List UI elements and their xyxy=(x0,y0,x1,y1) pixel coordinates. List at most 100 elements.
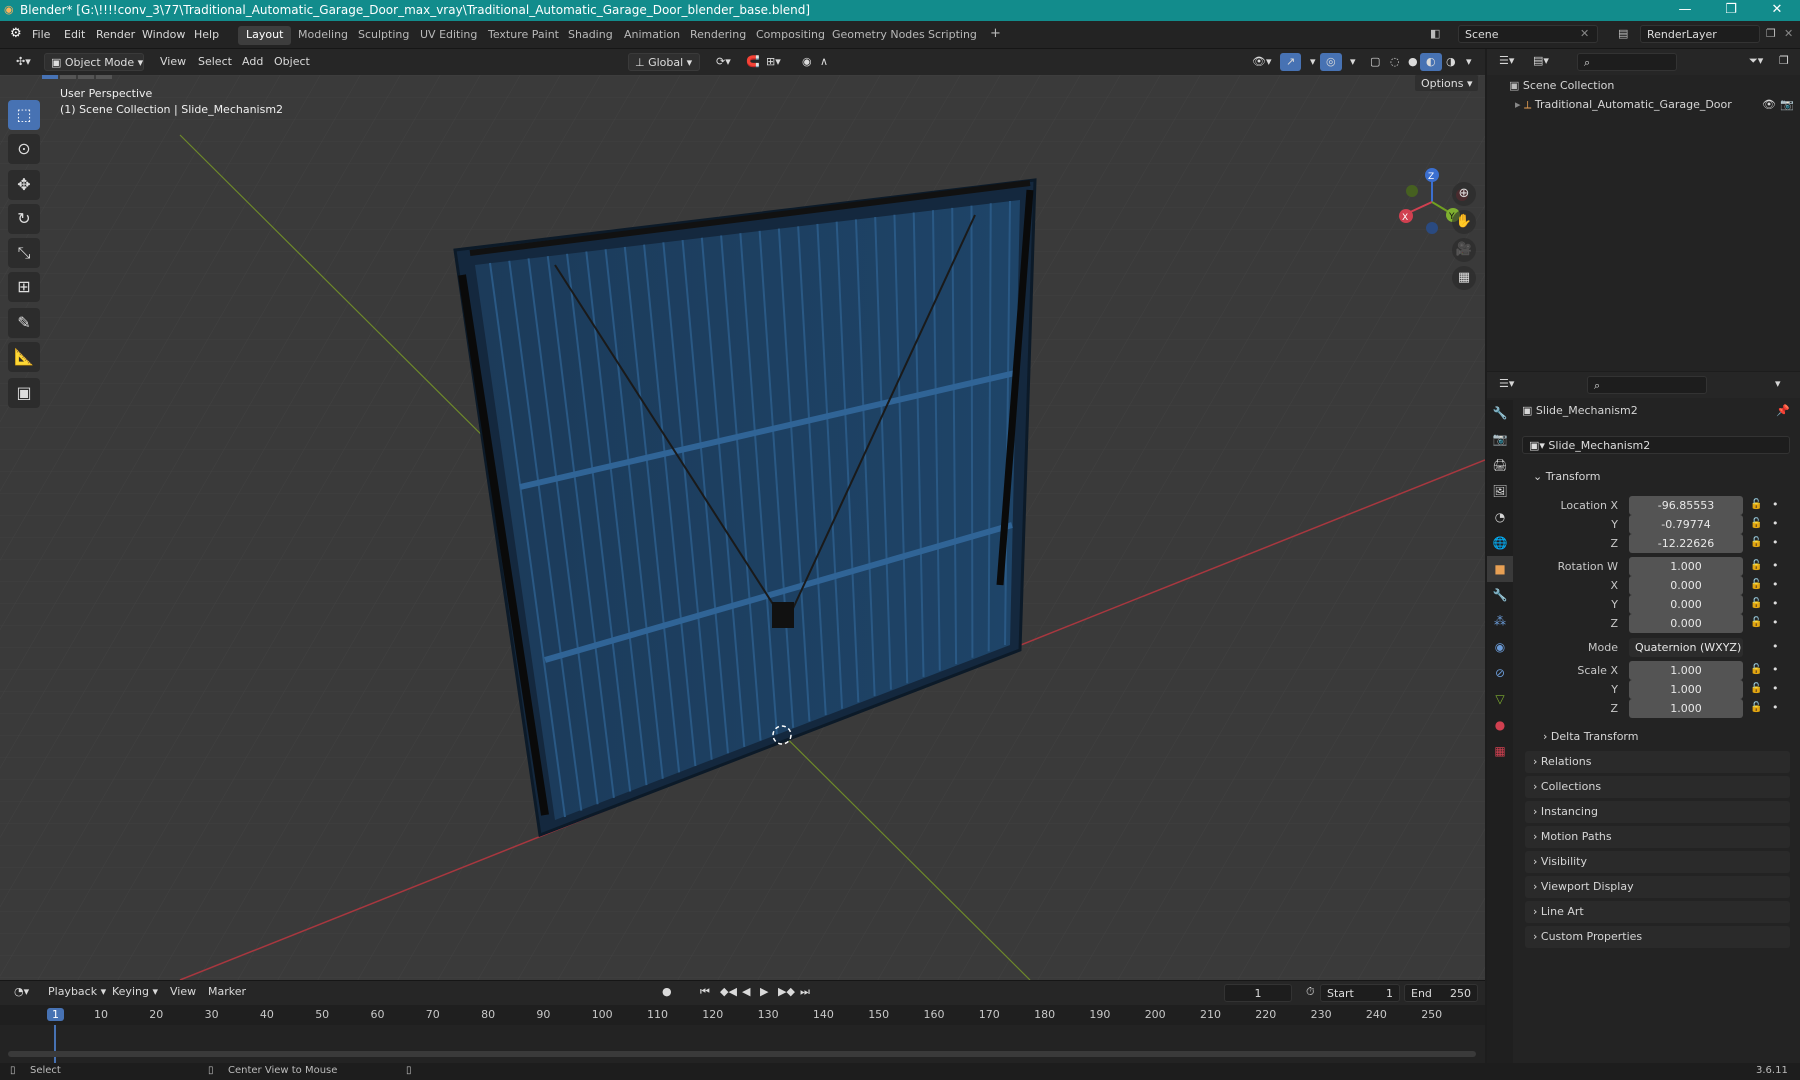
line-art-section[interactable]: › Line Art xyxy=(1525,901,1790,923)
snap-target-icon[interactable]: ⊞▾ xyxy=(760,53,787,71)
add-workspace-icon[interactable]: + xyxy=(982,24,1009,43)
transform-section-header[interactable]: ⌄ Transform xyxy=(1525,466,1790,488)
viewport-canvas[interactable]: Z X Y xyxy=(0,75,1485,980)
timeline-scrollbar[interactable] xyxy=(8,1051,1476,1057)
viewport-display-section[interactable]: › Viewport Display xyxy=(1525,876,1790,898)
pan-hand-icon[interactable]: ✋ xyxy=(1452,210,1476,234)
add-cube-tool-icon[interactable]: ▣ xyxy=(8,378,40,408)
lock-icon[interactable]: 🔓 xyxy=(1750,579,1762,590)
jump-start-icon[interactable]: ⏮ xyxy=(694,983,716,1001)
keyframe-dot-icon[interactable]: • xyxy=(1772,578,1779,591)
rendered-shading-icon[interactable]: ◑ xyxy=(1440,53,1462,71)
menu-render[interactable]: Render xyxy=(96,28,135,41)
lock-icon[interactable]: 🔓 xyxy=(1750,598,1762,609)
viewport-menu-add[interactable]: Add xyxy=(236,53,269,71)
display-mode-icon[interactable]: ▤▾ xyxy=(1533,54,1549,67)
viewport-menu-select[interactable]: Select xyxy=(192,53,238,71)
keyframe-dot-icon[interactable]: • xyxy=(1772,536,1779,549)
outliner-editor-icon[interactable]: ☰▾ xyxy=(1499,54,1514,67)
menu-edit[interactable]: Edit xyxy=(64,28,85,41)
select-box-icon[interactable]: ⬚ xyxy=(8,100,40,130)
tab-animation[interactable]: Animation xyxy=(616,26,688,45)
texture-tab-icon[interactable]: ▦ xyxy=(1487,738,1513,764)
keyframe-dot-icon[interactable]: • xyxy=(1772,559,1779,572)
playhead-line[interactable] xyxy=(54,1025,56,1063)
world-tab-icon[interactable]: 🌐 xyxy=(1487,530,1513,556)
keyframe-dot-icon[interactable]: • xyxy=(1772,616,1779,629)
lock-icon[interactable]: 🔓 xyxy=(1750,664,1762,675)
shading-dropdown-icon[interactable]: ▾ xyxy=(1460,53,1478,71)
timeline-menu-marker[interactable]: Marker xyxy=(202,983,252,1001)
outliner-scene-collection[interactable]: ▣ Scene Collection xyxy=(1509,79,1614,92)
tab-compositing[interactable]: Compositing xyxy=(748,26,833,45)
physics-tab-icon[interactable]: ◉ xyxy=(1487,634,1513,660)
object-name-field[interactable]: ▣▾ Slide_Mechanism2 xyxy=(1522,436,1790,454)
new-collection-icon[interactable]: ❐ xyxy=(1779,54,1789,67)
mode-dropdown[interactable]: ▣ Object Mode ▾ xyxy=(44,53,144,71)
outliner-item[interactable]: ▸ ⟂ Traditional_Automatic_Garage_Door xyxy=(1515,98,1732,112)
tool-tab-icon[interactable]: 🔧 xyxy=(1487,400,1513,426)
rotation-mode-dropdown[interactable]: Quaternion (WXYZ) ⌄ xyxy=(1629,638,1743,673)
properties-editor-icon[interactable]: ☰▾ xyxy=(1499,377,1514,390)
rotation-z-field[interactable]: 0.000 xyxy=(1629,614,1743,633)
3d-viewport[interactable]: Z X Y User Perspective (1) Scene Collect… xyxy=(0,75,1485,980)
camera-view-icon[interactable]: 🎥 xyxy=(1452,238,1476,262)
render-layer-icon[interactable]: ▤ xyxy=(1618,27,1628,40)
timeline-menu-playback[interactable]: Playback ▾ xyxy=(42,983,112,1001)
rotation-y-field[interactable]: 0.000 xyxy=(1629,595,1743,614)
end-frame-field[interactable]: End 250 xyxy=(1404,984,1478,1002)
expand-arrow-icon[interactable]: ▸ xyxy=(1515,98,1521,111)
jump-end-icon[interactable]: ⏭ xyxy=(794,983,816,1001)
tab-modeling[interactable]: Modeling xyxy=(290,26,356,45)
pivot-icon[interactable]: ⟳▾ xyxy=(710,53,737,71)
render-layer-copy-icon[interactable]: ❐ xyxy=(1766,27,1776,40)
render-tab-icon[interactable]: 📷 xyxy=(1487,426,1513,452)
keyframe-dot-icon[interactable]: • xyxy=(1772,663,1779,676)
material-tab-icon[interactable]: ● xyxy=(1487,712,1513,738)
visibility-icon[interactable]: 👁▾ xyxy=(1246,53,1278,71)
data-tab-icon[interactable]: ▽ xyxy=(1487,686,1513,712)
rotate-tool-icon[interactable]: ↻ xyxy=(8,204,40,234)
render-layer-close-icon[interactable]: ✕ xyxy=(1784,27,1793,40)
keyframe-dot-icon[interactable]: • xyxy=(1772,517,1779,530)
overlay-toggle-icon[interactable]: ◎ xyxy=(1320,53,1342,71)
rotation-w-field[interactable]: 1.000 xyxy=(1629,557,1743,576)
viewport-menu-object[interactable]: Object xyxy=(268,53,316,71)
select-mode-buttons[interactable] xyxy=(42,75,130,83)
visibility-section[interactable]: › Visibility xyxy=(1525,851,1790,873)
scene-icon[interactable]: ◧ xyxy=(1430,27,1440,40)
lock-icon[interactable]: 🔓 xyxy=(1750,537,1762,548)
keyframe-dot-icon[interactable]: • xyxy=(1772,597,1779,610)
preview-range-icon[interactable]: ⏱ xyxy=(1300,983,1321,1001)
viewport-menu-view[interactable]: View xyxy=(154,53,192,71)
tab-geometry-nodes[interactable]: Geometry Nodes xyxy=(824,26,933,45)
particles-tab-icon[interactable]: ⁂ xyxy=(1487,608,1513,634)
tab-shading[interactable]: Shading xyxy=(560,26,621,45)
keyframe-dot-icon[interactable]: • xyxy=(1772,640,1779,653)
constraints-tab-icon[interactable]: ⊘ xyxy=(1487,660,1513,686)
timeline-menu-keying[interactable]: Keying ▾ xyxy=(106,983,164,1001)
tab-layout[interactable]: Layout xyxy=(238,26,292,45)
editor-type-icon[interactable]: ✣▾ xyxy=(10,53,37,71)
timeline-ruler[interactable]: 1 10 20 30 40 50 60 70 80 90 100 110 120 130 140 150 160… xyxy=(0,1005,1485,1063)
menu-help[interactable]: Help xyxy=(194,28,219,41)
render-layer-selector[interactable]: RenderLayer xyxy=(1640,25,1760,43)
lock-icon[interactable]: 🔓 xyxy=(1750,702,1762,713)
location-z-field[interactable]: -12.22626 xyxy=(1629,534,1743,553)
overlay-dropdown-icon[interactable]: ▾ xyxy=(1344,53,1362,71)
lock-icon[interactable]: 🔓 xyxy=(1750,560,1762,571)
filter-icon[interactable]: ⏷▾ xyxy=(1749,54,1763,68)
keyframe-dot-icon[interactable]: • xyxy=(1772,701,1779,714)
menu-window[interactable]: Window xyxy=(142,28,185,41)
keyframe-dot-icon[interactable]: • xyxy=(1772,498,1779,511)
tab-texture-paint[interactable]: Texture Paint xyxy=(480,26,567,45)
collections-section[interactable]: › Collections xyxy=(1525,776,1790,798)
lock-icon[interactable]: 🔓 xyxy=(1750,683,1762,694)
properties-search-input[interactable]: ⌕ xyxy=(1587,376,1707,394)
blender-menu-icon[interactable]: ⚙ xyxy=(10,26,22,41)
scale-x-field[interactable]: 1.000 xyxy=(1629,661,1743,680)
ortho-grid-icon[interactable]: ▦ xyxy=(1452,266,1476,290)
gizmo-dropdown-icon[interactable]: ▾ xyxy=(1304,53,1322,71)
tab-uv-editing[interactable]: UV Editing xyxy=(412,26,485,45)
start-frame-field[interactable]: Start 1 xyxy=(1320,984,1400,1002)
